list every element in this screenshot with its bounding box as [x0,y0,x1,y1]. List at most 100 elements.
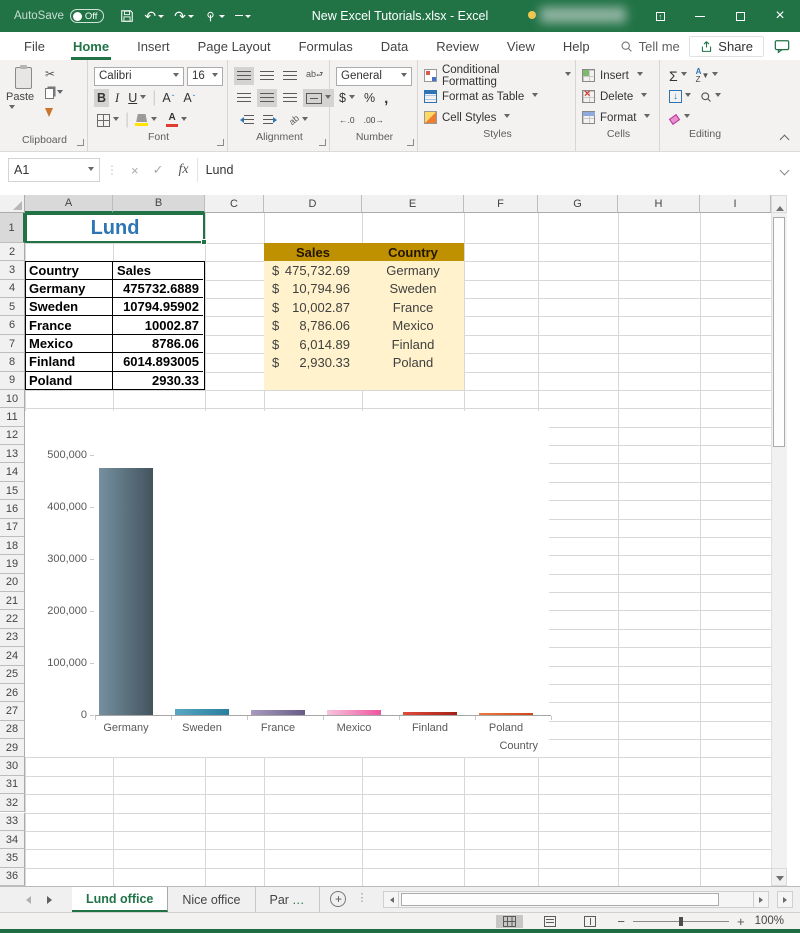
row-header-16[interactable]: 16 [0,500,25,518]
font-color-button[interactable]: A [163,111,190,129]
delete-cells-button[interactable]: Delete [582,86,655,107]
percent-style-button[interactable]: % [361,89,378,107]
horizontal-scrollbar[interactable] [383,891,769,908]
decrease-indent-button[interactable] [234,111,257,129]
fill-button[interactable]: ↓ [666,88,694,106]
clear-button[interactable] [666,109,693,127]
page-layout-view-button[interactable] [537,915,563,928]
name-box[interactable]: A1 [8,158,100,182]
autosum-button[interactable]: Σ [666,67,690,85]
left-table-sales-cell[interactable]: 8786.06 [113,335,203,353]
gold-sales-value[interactable]: 10,002.87 [264,298,350,316]
top-align-button[interactable] [234,67,254,85]
hscroll-track[interactable] [399,891,753,908]
next-sheet-button[interactable] [47,896,56,904]
clipboard-dialog-launcher[interactable] [77,139,84,146]
bold-button[interactable]: B [94,89,109,107]
font-size-select[interactable]: 16 [187,67,223,86]
insert-cells-button[interactable]: Insert [582,65,655,86]
close-button[interactable]: × [760,0,800,32]
row-header-21[interactable]: 21 [0,592,25,610]
underline-button[interactable]: U [125,89,149,107]
chart-bar-poland[interactable] [479,713,533,715]
row-header-22[interactable]: 22 [0,610,25,628]
gold-country-value[interactable]: Germany [362,261,464,279]
align-left-button[interactable] [234,89,254,107]
chart-bar-mexico[interactable] [327,710,381,715]
hscroll-thumb[interactable] [401,893,719,906]
left-table-header-sales[interactable]: Sales [113,261,203,279]
row-header-19[interactable]: 19 [0,555,25,573]
decrease-font-button[interactable]: Aˇ [180,89,198,107]
wrap-text-button[interactable]: ab⮐ [303,67,326,85]
sheet-tab-lund-office[interactable]: Lund office [72,887,168,912]
row-header-25[interactable]: 25 [0,666,25,684]
left-table-header-country[interactable]: Country [25,261,113,279]
gold-sales-value[interactable]: 6,014.89 [264,335,350,353]
format-painter-button[interactable] [45,105,63,119]
expand-formula-bar-icon[interactable] [780,165,790,175]
row-header-18[interactable]: 18 [0,537,25,555]
menu-tab-file[interactable]: File [10,32,59,60]
scroll-right-edge-button[interactable] [777,891,793,908]
row-header-26[interactable]: 26 [0,684,25,702]
cut-button[interactable]: ✂ [45,67,63,81]
left-table-sales-cell[interactable]: 2930.33 [113,372,203,390]
zoom-level[interactable]: 100% [755,915,784,927]
gold-sales-value[interactable]: 2,930.33 [264,353,350,371]
row-header-30[interactable]: 30 [0,757,25,775]
chart-bar-france[interactable] [251,710,305,715]
column-header-c[interactable]: C [205,195,264,213]
left-table-country-cell[interactable]: France [25,316,113,334]
prev-sheet-button[interactable] [22,896,31,904]
gold-sales-value[interactable]: 8,786.06 [264,316,350,334]
row-header-34[interactable]: 34 [0,831,25,849]
copy-button[interactable] [45,86,63,100]
sheet-tab-par[interactable]: Par… [256,887,321,912]
row-header-27[interactable]: 27 [0,702,25,720]
row-header-32[interactable]: 32 [0,794,25,812]
ribbon-display-options-button[interactable]: ↑ [640,0,680,32]
bar-chart[interactable]: 0100,000200,000300,000400,000500,000Germ… [25,411,549,757]
menu-tab-review[interactable]: Review [422,32,493,60]
menu-tab-insert[interactable]: Insert [123,32,184,60]
row-header-17[interactable]: 17 [0,519,25,537]
left-table-country-cell[interactable]: Poland [25,372,113,390]
italic-button[interactable]: I [112,89,122,107]
find-select-button[interactable] [697,88,724,106]
align-center-button[interactable] [257,89,277,107]
chart-bar-germany[interactable] [99,468,153,715]
fill-handle[interactable] [201,239,207,245]
row-header-29[interactable]: 29 [0,739,25,757]
left-table-country-cell[interactable]: Germany [25,280,113,298]
menu-tab-page-layout[interactable]: Page Layout [184,32,285,60]
insert-function-icon[interactable]: fx [179,162,189,178]
row-header-35[interactable]: 35 [0,849,25,867]
page-break-view-button[interactable] [577,915,603,928]
row-header-9[interactable]: 9 [0,372,25,390]
alignment-dialog-launcher[interactable] [319,139,326,146]
menu-tab-view[interactable]: View [493,32,549,60]
touch-dropdown[interactable] [219,15,225,21]
gold-sales-value[interactable]: 10,794.96 [264,280,350,298]
left-table-country-cell[interactable]: Finland [25,353,113,371]
formula-input[interactable]: Lund [197,158,769,182]
row-header-31[interactable]: 31 [0,776,25,794]
zoom-out-button[interactable]: − [617,914,625,929]
number-dialog-launcher[interactable] [407,139,414,146]
tell-me-box[interactable]: Tell me [620,39,680,54]
gold-country-value[interactable]: Finland [362,335,464,353]
column-header-f[interactable]: F [464,195,538,213]
save-button[interactable] [120,9,134,23]
autosave-switch[interactable]: Off [70,9,105,23]
left-table-country-cell[interactable]: Mexico [25,335,113,353]
gold-table-header-sales[interactable]: Sales [264,243,362,261]
column-header-g[interactable]: G [538,195,618,213]
worksheet[interactable]: SalesCountry$475,732.69Germany$10,794.96… [0,195,787,886]
gold-country-value[interactable]: France [362,298,464,316]
customize-qat-button[interactable] [235,11,251,21]
row-header-33[interactable]: 33 [0,813,25,831]
menu-tab-help[interactable]: Help [549,32,604,60]
left-table-country-cell[interactable]: Sweden [25,298,113,316]
left-table-sales-cell[interactable]: 475732.6889 [113,280,203,298]
